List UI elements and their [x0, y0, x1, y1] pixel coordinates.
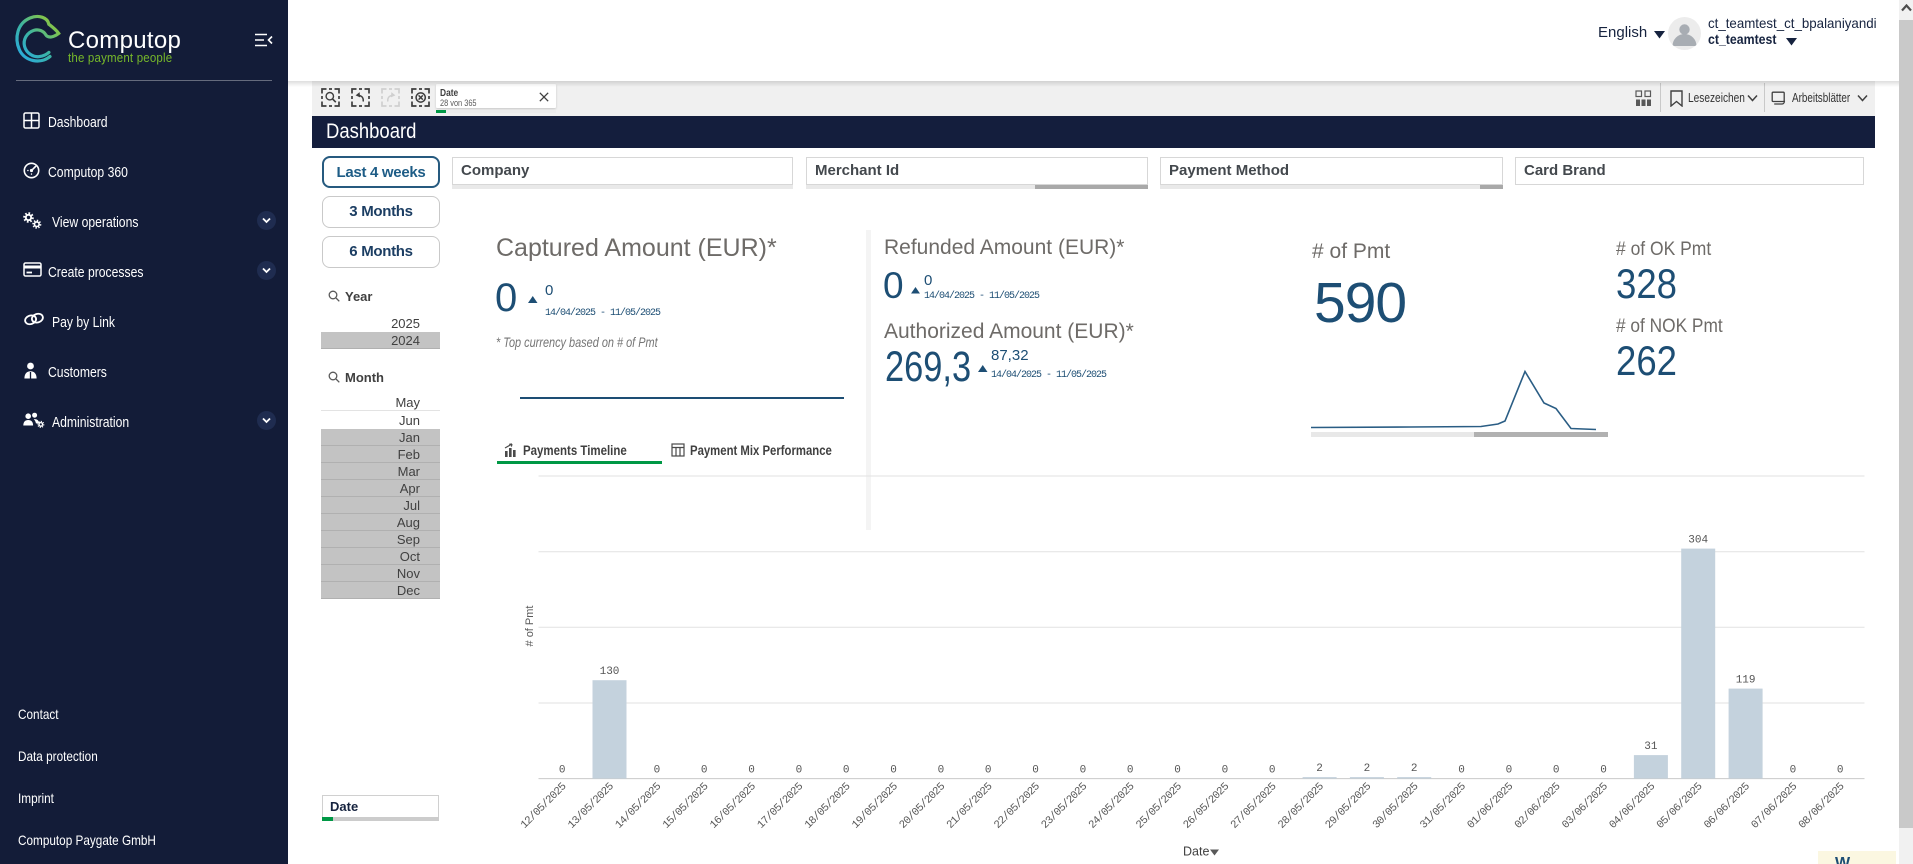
svg-text:0: 0 — [1553, 765, 1560, 777]
svg-text:20/05/2025: 20/05/2025 — [898, 781, 948, 831]
svg-text:21/05/2025: 21/05/2025 — [945, 781, 995, 831]
svg-text:31/05/2025: 31/05/2025 — [1418, 781, 1468, 831]
svg-text:27/05/2025: 27/05/2025 — [1229, 781, 1279, 831]
svg-text:0: 0 — [1222, 765, 1229, 777]
svg-text:130: 130 — [600, 666, 620, 678]
svg-text:0: 0 — [1600, 765, 1607, 777]
svg-text:14/05/2025: 14/05/2025 — [614, 781, 664, 831]
svg-text:30/05/2025: 30/05/2025 — [1371, 781, 1421, 831]
svg-text:23/05/2025: 23/05/2025 — [1040, 781, 1090, 831]
svg-text:19/05/2025: 19/05/2025 — [850, 781, 900, 831]
svg-text:0: 0 — [1790, 765, 1797, 777]
svg-text:15/05/2025: 15/05/2025 — [661, 781, 711, 831]
svg-text:0: 0 — [1837, 765, 1844, 777]
svg-text:01/06/2025: 01/06/2025 — [1466, 781, 1516, 831]
svg-text:0: 0 — [1174, 765, 1181, 777]
svg-text:0: 0 — [1269, 765, 1276, 777]
svg-text:2: 2 — [1316, 763, 1323, 775]
svg-text:24/05/2025: 24/05/2025 — [1087, 781, 1137, 831]
svg-text:03/06/2025: 03/06/2025 — [1560, 781, 1610, 831]
svg-text:04/06/2025: 04/06/2025 — [1608, 781, 1658, 831]
svg-text:26/05/2025: 26/05/2025 — [1182, 781, 1232, 831]
svg-text:31: 31 — [1644, 741, 1658, 753]
svg-text:25/05/2025: 25/05/2025 — [1134, 781, 1184, 831]
svg-text:16/05/2025: 16/05/2025 — [708, 781, 758, 831]
svg-text:0: 0 — [654, 765, 661, 777]
svg-text:12/05/2025: 12/05/2025 — [519, 781, 569, 831]
svg-text:0: 0 — [1127, 765, 1134, 777]
svg-text:Date: Date — [1183, 845, 1209, 859]
svg-text:119: 119 — [1736, 675, 1756, 687]
svg-text:0: 0 — [1506, 765, 1513, 777]
svg-text:07/06/2025: 07/06/2025 — [1750, 781, 1800, 831]
svg-text:17/05/2025: 17/05/2025 — [756, 781, 806, 831]
svg-text:08/06/2025: 08/06/2025 — [1797, 781, 1847, 831]
svg-text:0: 0 — [1032, 765, 1039, 777]
svg-text:18/05/2025: 18/05/2025 — [803, 781, 853, 831]
svg-text:0: 0 — [559, 765, 566, 777]
svg-text:29/05/2025: 29/05/2025 — [1324, 781, 1374, 831]
svg-text:0: 0 — [701, 765, 708, 777]
svg-text:2: 2 — [1411, 763, 1418, 775]
svg-text:0: 0 — [1080, 765, 1087, 777]
svg-text:22/05/2025: 22/05/2025 — [992, 781, 1042, 831]
svg-text:02/06/2025: 02/06/2025 — [1513, 781, 1563, 831]
svg-text:2: 2 — [1364, 763, 1371, 775]
svg-text:304: 304 — [1688, 535, 1708, 547]
svg-text:13/05/2025: 13/05/2025 — [566, 781, 616, 831]
svg-text:0: 0 — [938, 765, 945, 777]
svg-text:0: 0 — [843, 765, 850, 777]
svg-text:0: 0 — [1458, 765, 1465, 777]
svg-text:0: 0 — [748, 765, 755, 777]
svg-text:06/06/2025: 06/06/2025 — [1702, 781, 1752, 831]
svg-text:0: 0 — [890, 765, 897, 777]
svg-text:28/05/2025: 28/05/2025 — [1276, 781, 1326, 831]
svg-text:0: 0 — [985, 765, 992, 777]
svg-text:# of Pmt: # of Pmt — [524, 606, 536, 647]
svg-text:0: 0 — [796, 765, 803, 777]
svg-text:05/06/2025: 05/06/2025 — [1655, 781, 1705, 831]
